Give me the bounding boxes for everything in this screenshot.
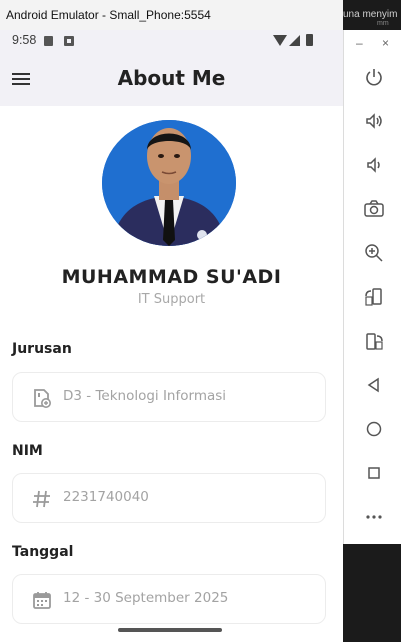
- wifi-icon: [273, 35, 287, 46]
- calendar-icon: [31, 589, 53, 611]
- rotate-right-icon[interactable]: [361, 328, 387, 354]
- minimize-button[interactable]: –: [356, 36, 363, 50]
- back-icon[interactable]: [361, 372, 387, 398]
- phone-screen: 9:58 About Me MUHAMMAD SU'ADI IT Support…: [0, 30, 343, 642]
- emulator-toolbar: – ×: [343, 30, 401, 544]
- status-icons: [273, 34, 321, 48]
- status-bar: 9:58: [0, 30, 343, 54]
- profile-avatar: [102, 120, 236, 246]
- nim-value: 2231740040: [63, 489, 149, 505]
- close-button[interactable]: ×: [382, 36, 389, 50]
- status-time: 9:58: [12, 33, 37, 47]
- background-window-strip: una menyim mm: [343, 0, 401, 30]
- hash-icon: [31, 488, 53, 510]
- field-label-tanggal: Tanggal: [12, 544, 74, 560]
- zoom-icon[interactable]: [361, 240, 387, 266]
- overview-icon[interactable]: [361, 460, 387, 486]
- sd-card-icon: [31, 387, 53, 409]
- home-icon[interactable]: [361, 416, 387, 442]
- field-label-jurusan: Jurusan: [12, 341, 72, 357]
- profile-role: IT Support: [137, 292, 206, 307]
- volume-up-icon[interactable]: [361, 108, 387, 134]
- power-icon[interactable]: [361, 64, 387, 90]
- sd-notification-icon: [44, 36, 53, 46]
- tanggal-field[interactable]: 12 - 30 September 2025: [12, 574, 326, 624]
- app-bar: About Me: [0, 54, 343, 106]
- background-window-subtext: mm: [377, 20, 389, 27]
- camera-icon[interactable]: [361, 196, 387, 222]
- more-icon[interactable]: [361, 504, 387, 530]
- volume-down-icon[interactable]: [361, 152, 387, 178]
- battery-icon: [306, 34, 313, 46]
- profile-name: MUHAMMAD SU'ADI: [61, 266, 282, 288]
- background-window-text: una menyim: [343, 9, 398, 20]
- jurusan-field[interactable]: D3 - Teknologi Informasi: [12, 372, 326, 422]
- cellular-signal-icon: [289, 35, 300, 46]
- field-label-nim: NIM: [12, 443, 43, 459]
- desktop-background: [343, 544, 401, 642]
- jurusan-value: D3 - Teknologi Informasi: [63, 388, 227, 404]
- page-title: About Me: [117, 66, 226, 90]
- gesture-nav-handle[interactable]: [118, 628, 222, 632]
- app-notification-icon: [64, 36, 74, 46]
- tanggal-value: 12 - 30 September 2025: [63, 590, 229, 606]
- nim-field[interactable]: 2231740040: [12, 473, 326, 523]
- emulator-window-title: Android Emulator - Small_Phone:5554: [0, 0, 343, 30]
- rotate-left-icon[interactable]: [361, 284, 387, 310]
